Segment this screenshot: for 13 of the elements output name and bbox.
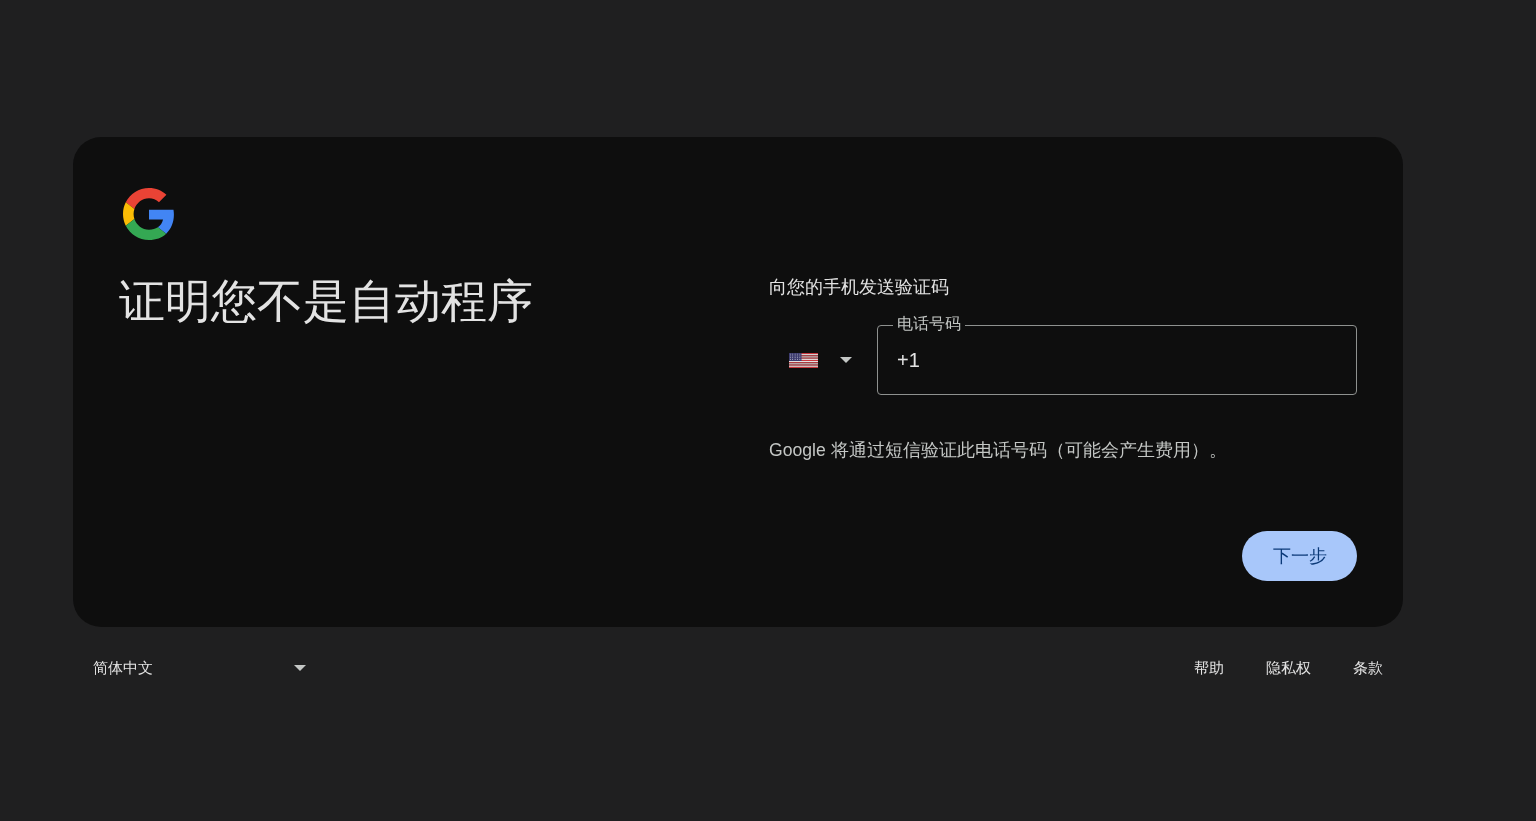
field-label: 电话号码 [893, 314, 965, 334]
language-selector[interactable]: 简体中文 [73, 649, 318, 687]
caret-icon [840, 357, 852, 363]
footer-link[interactable]: 条款 [1341, 650, 1395, 686]
footer-link[interactable]: 隐私权 [1254, 650, 1323, 686]
google-g-logo-icon [123, 188, 175, 240]
flag-icon [789, 352, 818, 368]
page-heading: 证明您不是自动程序 [119, 274, 533, 329]
next-button[interactable]: 下一步 [1242, 531, 1357, 581]
footer-link[interactable]: 帮助 [1182, 650, 1236, 686]
prompt-text: 向您的手机发送验证码 [769, 276, 949, 299]
sms-note: Google 将通过短信验证此电话号码（可能会产生费用）。 [769, 439, 1227, 462]
caret-icon [294, 665, 306, 671]
